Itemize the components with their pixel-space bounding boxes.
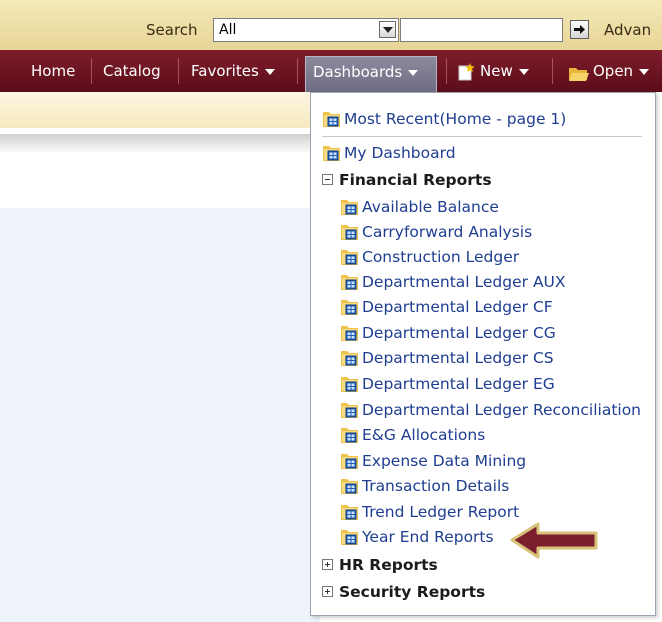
- dashboard-icon: [323, 112, 340, 127]
- dashboard-icon: [341, 351, 358, 366]
- menu-item-label: Carryforward Analysis: [362, 223, 533, 241]
- menu-item-label: Year End Reports: [362, 528, 494, 546]
- header-divider: [0, 134, 320, 152]
- dashboard-icon: [341, 377, 358, 392]
- nav-dashboards[interactable]: Dashboards: [313, 50, 419, 92]
- nav-separator: [91, 58, 92, 84]
- dashboard-icon: [341, 530, 358, 545]
- go-arrow-icon: [574, 25, 585, 34]
- menu-item-label: E&G Allocations: [362, 426, 486, 444]
- dashboard-icon: [341, 200, 358, 215]
- menu-group-label: Financial Reports: [339, 171, 492, 189]
- nav-separator: [552, 58, 553, 84]
- dashboard-icon: [323, 146, 340, 161]
- dashboard-icon: [341, 250, 358, 265]
- new-icon: [458, 63, 475, 81]
- collapse-icon[interactable]: [322, 174, 333, 185]
- menu-item-label: Departmental Ledger AUX: [362, 273, 566, 291]
- nav-new[interactable]: New: [480, 50, 529, 92]
- search-input[interactable]: [400, 18, 563, 42]
- dashboard-icon: [341, 326, 358, 341]
- chevron-down-icon: [408, 69, 419, 76]
- search-label: Search: [146, 21, 198, 39]
- nav-dashboards-label: Dashboards: [313, 63, 403, 81]
- dashboard-icon: [341, 300, 358, 315]
- nav-open-label: Open: [593, 62, 634, 80]
- menu-item-label: Departmental Ledger CS: [362, 349, 554, 367]
- nav-favorites[interactable]: Favorites: [191, 50, 275, 92]
- expand-icon[interactable]: [322, 586, 333, 597]
- toolbar-strip: [0, 92, 320, 128]
- chevron-down-icon: [518, 68, 529, 75]
- menu-item-label: Most Recent(Home - page 1): [344, 110, 567, 128]
- search-scope-value: All: [219, 22, 237, 38]
- menu-divider: [322, 136, 642, 137]
- nav-home[interactable]: Home: [31, 50, 75, 92]
- advanced-search-link[interactable]: Advan: [604, 21, 651, 39]
- menu-item-label: Construction Ledger: [362, 248, 520, 266]
- chevron-down-icon[interactable]: [379, 21, 396, 38]
- dashboard-icon: [341, 479, 358, 494]
- dashboard-icon: [341, 403, 358, 418]
- nav-catalog[interactable]: Catalog: [103, 50, 161, 92]
- expand-icon[interactable]: [322, 559, 333, 570]
- nav-separator: [178, 58, 179, 84]
- menu-item-label: Departmental Ledger CG: [362, 324, 556, 342]
- menu-item-label: My Dashboard: [344, 144, 456, 162]
- folder-open-icon: [569, 68, 589, 81]
- menu-item-label: Available Balance: [362, 198, 499, 216]
- search-scope-select[interactable]: All: [213, 18, 399, 42]
- menu-item-label: Departmental Ledger Reconciliation: [362, 401, 642, 419]
- dashboard-icon: [341, 225, 358, 240]
- pointer-arrow-icon: [510, 522, 598, 559]
- menu-group-label: HR Reports: [339, 556, 438, 574]
- menu-group-label: Security Reports: [339, 583, 486, 601]
- dashboard-icon: [341, 505, 358, 520]
- chevron-down-icon: [639, 68, 650, 75]
- nav-open[interactable]: Open: [593, 50, 650, 92]
- nav-favorites-label: Favorites: [191, 62, 259, 80]
- nav-separator: [297, 58, 298, 84]
- chevron-down-icon: [264, 68, 275, 75]
- dashboard-icon: [341, 275, 358, 290]
- nav-new-label: New: [480, 62, 513, 80]
- nav-separator: [446, 58, 447, 84]
- menu-item-label: Transaction Details: [362, 477, 510, 495]
- menu-item-label: Departmental Ledger EG: [362, 375, 555, 393]
- menu-item-label: Trend Ledger Report: [362, 503, 520, 521]
- dashboard-icon: [341, 454, 358, 469]
- menu-item-label: Departmental Ledger CF: [362, 298, 553, 316]
- dashboard-icon: [341, 428, 358, 443]
- menu-item-label: Expense Data Mining: [362, 452, 527, 470]
- search-go-button[interactable]: [570, 20, 589, 39]
- page-content: [0, 208, 320, 622]
